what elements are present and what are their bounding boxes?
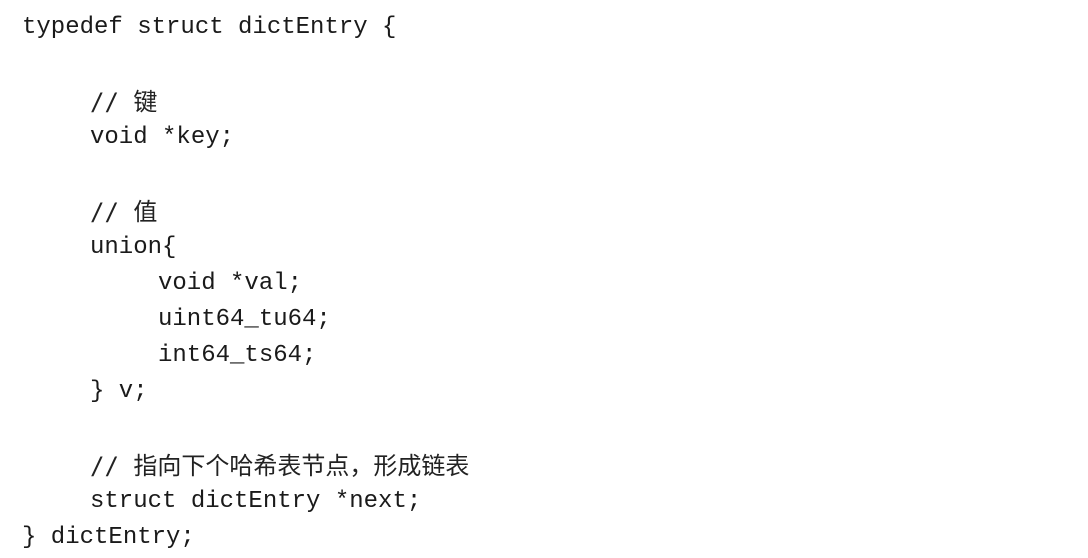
code-block: typedef struct dictEntry { // 键 void *ke… <box>22 10 1062 556</box>
code-line-struct-close: } dictEntry; <box>22 524 195 551</box>
code-line-union-close: } v; <box>90 378 148 405</box>
code-line-s64: int64_ts64; <box>158 342 317 369</box>
code-line-typedef: typedef struct dictEntry { <box>22 14 397 41</box>
code-comment-key: // 键 <box>90 88 158 116</box>
code-comment-next: // 指向下个哈希表节点，形成链表 <box>90 452 470 480</box>
code-line-u64: uint64_tu64; <box>158 306 331 333</box>
code-line-key: void *key; <box>90 124 235 151</box>
code-line-val: void *val; <box>158 270 303 297</box>
code-line-union: union{ <box>90 234 177 261</box>
code-comment-value: // 值 <box>90 198 158 226</box>
code-line-next: struct dictEntry *next; <box>90 488 422 515</box>
